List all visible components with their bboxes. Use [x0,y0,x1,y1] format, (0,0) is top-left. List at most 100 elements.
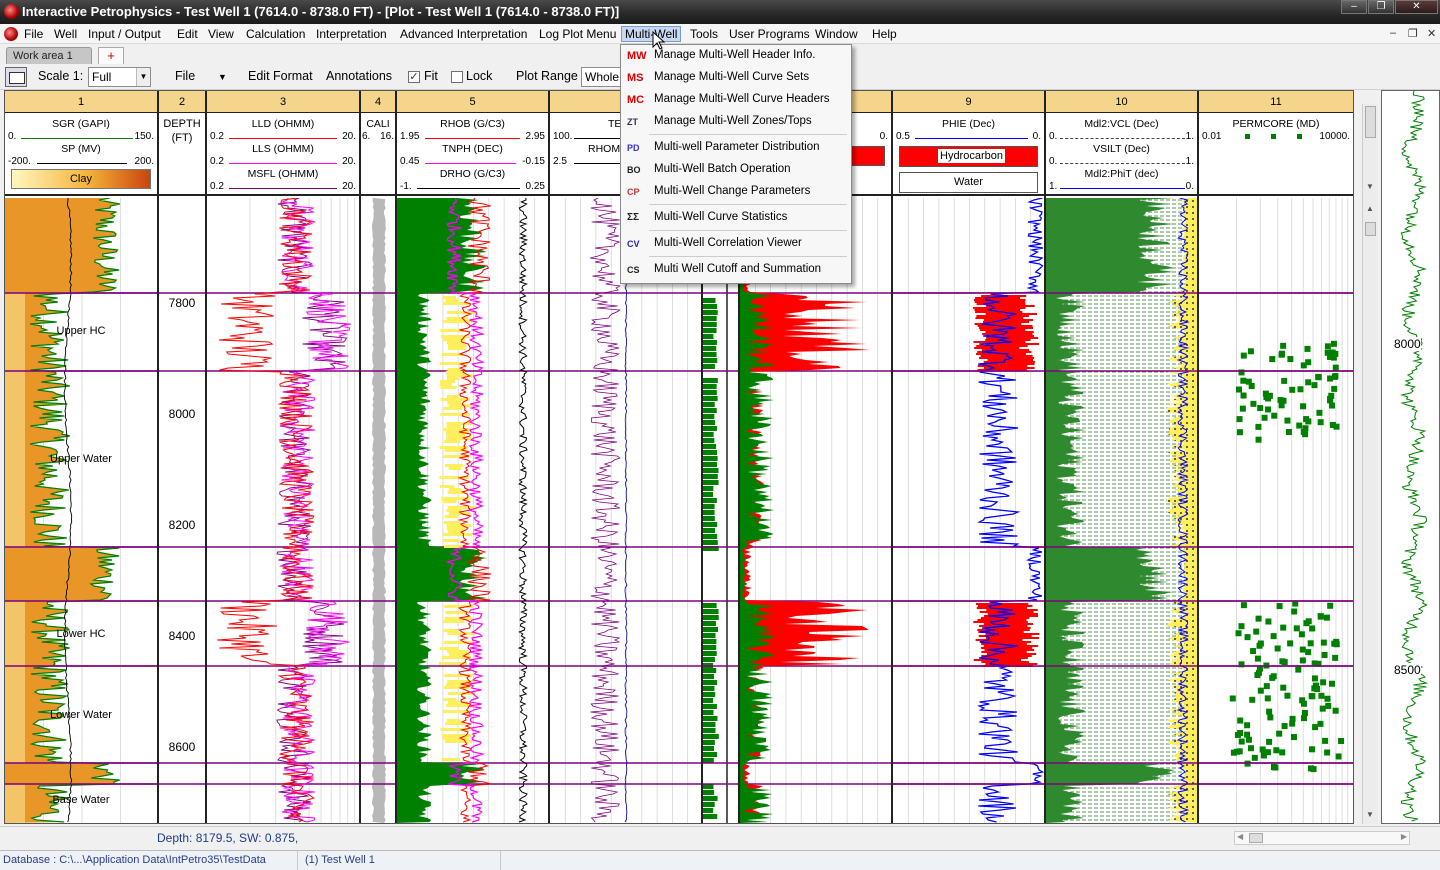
scroll-down-icon[interactable]: ▼ [1366,810,1374,819]
menu-item-correlation-viewer[interactable]: CV Multi-Well Correlation Viewer [623,234,849,254]
core-point [1332,654,1339,661]
menu-input-output[interactable]: Input / Output [85,26,164,42]
menu-well[interactable]: Well [51,26,80,42]
menu-edit[interactable]: Edit [174,26,201,42]
pay-flag [703,746,715,751]
annotations-button[interactable]: Annotations [326,69,392,83]
maximize-button[interactable]: ❐ [1368,0,1394,14]
scroll-down-icon[interactable]: ▼ [1366,182,1374,191]
menu-item-manage-zones-tops[interactable]: ZT Manage Multi-Well Zones/Tops [623,112,849,132]
depth-title: DEPTH [163,118,201,130]
track-1[interactable]: 1 SGR (GAPI) 0. 150. SP (MV) -200. 200. … [5,91,159,823]
menu-interpretation[interactable]: Interpretation [313,26,390,42]
scroll-up-icon[interactable]: ▲ [1366,204,1374,213]
track-3[interactable]: 3 LLD (OHMM) 0.2 20. LLS (OHMM) 0.2 20. … [207,91,361,823]
track-body [397,198,548,823]
plot-range-select[interactable]: Whole [581,67,625,87]
add-tab-button[interactable]: + [98,47,124,64]
core-point [1317,720,1324,727]
menu-calculation[interactable]: Calculation [243,26,308,42]
marker-icon [1297,134,1302,139]
scroll-right-icon[interactable]: ▶ [1401,832,1407,841]
pay-flag [703,722,716,727]
core-point [1276,730,1283,737]
menu-item-manage-curve-headers[interactable]: MC Manage Multi-Well Curve Headers [623,90,849,110]
scroll-left-icon[interactable]: ◀ [1237,832,1243,841]
track-5[interactable]: 5 RHOB (G/C3) 1.95 2.95 TNPH (DEC) 0.45 … [397,91,550,823]
pay-flag [703,390,717,395]
mdi-minimize-button[interactable]: – [1390,27,1396,39]
vertical-scrollbar[interactable]: ▼ ▲ ▼ [1362,104,1378,824]
close-button[interactable]: ✕ [1395,0,1438,14]
core-point [1307,640,1314,647]
track-number: 5 [397,91,548,113]
gas-crossover [447,680,477,683]
horizontal-scrollbar[interactable]: ◀ ▶ [1234,831,1410,845]
menu-item-label: Multi-Well Curve Statistics [654,211,788,223]
saturation-curves [740,198,891,823]
core-point [1237,717,1244,724]
gas-crossover [446,527,465,530]
menu-file[interactable]: File [21,26,46,42]
core-point [1327,602,1334,609]
mdi-close-button[interactable]: ✕ [1427,27,1436,40]
menu-tools[interactable]: Tools [687,26,721,42]
menu-view[interactable]: View [205,26,237,42]
pay-flag [703,716,718,721]
scale-label: Scale 1: [38,69,84,83]
track-11[interactable]: 11 PERMCORE (MD) 0.01 10000. [1199,91,1353,823]
pay-flag [703,633,716,638]
menu-item-curve-statistics[interactable]: ΣΣ Multi-Well Curve Statistics [623,208,849,228]
fit-checkbox[interactable]: ✓ [408,71,420,83]
track-number: 2 [159,91,205,113]
core-point [1270,633,1277,640]
scale-max: 0. [879,131,888,142]
menu-log-plot[interactable]: Log Plot Menu [536,26,619,42]
menu-user-programs[interactable]: User Programs [726,26,813,42]
lock-checkbox[interactable] [451,71,463,83]
file-menu-button[interactable]: File [175,69,195,83]
core-point [1289,715,1296,722]
menu-help[interactable]: Help [869,26,900,42]
hydrocarbon-fill [976,315,1029,317]
menu-item-batch-operation[interactable]: BO Multi-Well Batch Operation [623,160,849,180]
chevron-down-icon[interactable]: ▼ [218,72,227,82]
document-icon[interactable] [4,27,18,41]
core-point [1265,406,1272,413]
track-4[interactable]: 4 CALI 6. 16. [361,91,397,823]
gas-crossover [446,434,466,437]
core-point [1235,386,1242,393]
pay-flag [703,322,717,327]
menu-advanced-interpretation[interactable]: Advanced Interpretation [397,26,530,42]
track-number: 1 [5,91,157,113]
scale-select[interactable]: Full ▼ [88,67,151,87]
scroll-thumb[interactable] [1365,106,1376,138]
pay-flag [703,468,719,473]
track-10[interactable]: 10 Mdl2:VCL (Dec) 0. 1. VSILT (Dec) 0. 1… [1046,91,1199,823]
track-9[interactable]: 9 PHIE (Dec) 0.5 0. Hydrocarbon Water [893,91,1046,823]
core-point [1320,679,1327,686]
track-2-depth[interactable]: 2 DEPTH (FT) 7800 8000 8200 8400 8600 [159,91,207,823]
core-point [1331,373,1338,380]
menu-item-cutoff-summation[interactable]: CS Multi Well Cutoff and Summation [623,260,849,280]
print-icon[interactable] [5,67,27,87]
pay-flag [703,474,718,479]
depth-overview[interactable]: 8000 8500 [1381,90,1440,824]
track-body [740,198,891,823]
core-point [1316,409,1323,416]
menu-window[interactable]: Window [812,26,861,42]
core-point [1324,343,1331,350]
tab-work-area-1[interactable]: Work area 1 [6,47,92,64]
menu-item-change-parameters[interactable]: CP Multi-Well Change Parameters [623,182,849,202]
core-point [1284,417,1291,424]
scroll-thumb[interactable] [1249,833,1263,843]
menu-item-parameter-distribution[interactable]: PD Multi-well Parameter Distribution [623,138,849,158]
menu-item-manage-curve-sets[interactable]: MS Manage Multi-Well Curve Sets [623,68,849,88]
minimize-button[interactable]: – [1341,0,1367,14]
mdi-restore-button[interactable]: ❐ [1408,27,1418,40]
gas-crossover [446,317,469,320]
edit-format-button[interactable]: Edit Format [248,69,313,83]
scale-min: 100. [553,131,573,142]
menu-item-label: Multi Well Cutoff and Summation [654,263,822,275]
scroll-thumb[interactable] [1365,222,1376,236]
